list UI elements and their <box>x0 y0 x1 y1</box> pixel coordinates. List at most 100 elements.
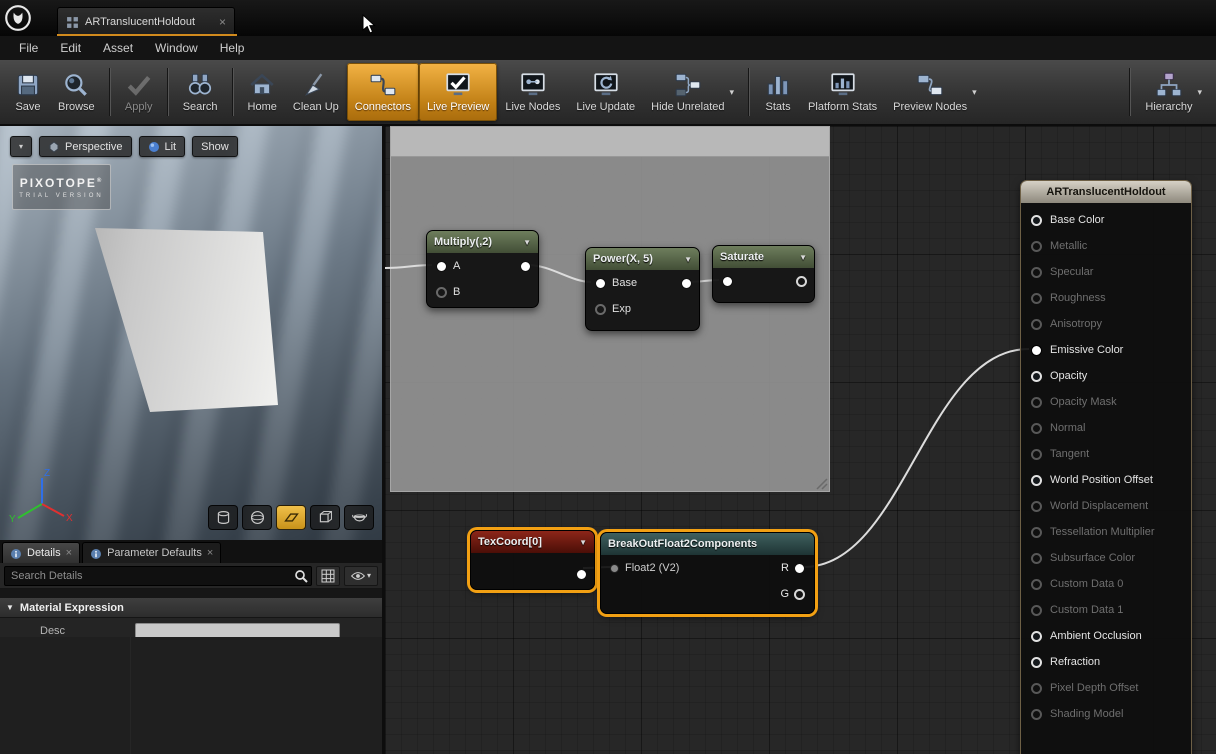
material-pin-subsurface-color[interactable]: Subsurface Color <box>1021 545 1191 571</box>
dropdown-caret-icon[interactable]: ▾ <box>972 87 977 98</box>
node-saturate[interactable]: Saturate ▼ <box>712 245 815 303</box>
pin-row-exp[interactable]: Exp <box>586 296 699 322</box>
pin-row-a[interactable]: A <box>427 253 538 279</box>
material-pin-shading-model[interactable]: Shading Model <box>1021 701 1191 727</box>
pin-row[interactable] <box>713 268 814 294</box>
material-pin-world-position-offset[interactable]: World Position Offset <box>1021 467 1191 493</box>
toolbar-button-browse[interactable]: Browse <box>50 63 103 121</box>
toolbar-button-preview-nodes[interactable]: Preview Nodes▾ <box>885 63 985 121</box>
menu-item-asset[interactable]: Asset <box>92 37 144 59</box>
pin-row[interactable] <box>471 553 594 583</box>
document-tab[interactable]: ARTranslucentHoldout × <box>57 7 235 36</box>
input-pin-icon[interactable] <box>610 564 619 573</box>
material-pin-tangent[interactable]: Tangent <box>1021 441 1191 467</box>
lit-button[interactable]: Lit <box>139 136 186 157</box>
viewport-options-button[interactable]: ▾ <box>10 136 32 157</box>
node-texcoord[interactable]: TexCoord[0] ▼ <box>470 530 595 590</box>
input-pin-icon[interactable] <box>595 278 606 289</box>
toolbar-button-search[interactable]: Search <box>175 63 226 121</box>
node-breakout-float2[interactable]: BreakOutFloat2Components Float2 (V2) R G <box>600 532 815 614</box>
material-expression-section-header[interactable]: ▼ Material Expression <box>0 598 382 618</box>
visibility-filter-button[interactable]: ▾ <box>344 566 378 586</box>
view-options-grid-button[interactable] <box>316 566 340 586</box>
material-pin-pixel-depth-offset[interactable]: Pixel Depth Offset <box>1021 675 1191 701</box>
material-graph-canvas[interactable]: Multiply(,2) ▼ A B Power(X, 5) ▼ Base Ex… <box>385 126 1216 754</box>
collapse-triangle-icon[interactable]: ▼ <box>579 538 587 547</box>
material-pin-world-displacement[interactable]: World Displacement <box>1021 493 1191 519</box>
node-material-result[interactable]: ARTranslucentHoldout Base ColorMetallicS… <box>1020 180 1192 754</box>
close-icon[interactable]: × <box>219 15 226 29</box>
toolbar-button-hide-unrelated[interactable]: Hide Unrelated▾ <box>643 63 742 121</box>
pin-row-b[interactable]: B <box>427 279 538 305</box>
node-power-header[interactable]: Power(X, 5) ▼ <box>586 248 699 270</box>
dropdown-caret-icon[interactable]: ▾ <box>1197 87 1202 98</box>
tab-details[interactable]: Details× <box>2 542 80 563</box>
output-pin-icon[interactable] <box>794 589 805 600</box>
preview-mesh-sphere-button[interactable] <box>242 505 272 530</box>
preview-mesh-plane-button[interactable] <box>276 505 306 530</box>
input-pin-icon[interactable] <box>595 304 606 315</box>
material-pin-refraction[interactable]: Refraction <box>1021 649 1191 675</box>
material-pin-roughness[interactable]: Roughness <box>1021 285 1191 311</box>
material-pin-metallic[interactable]: Metallic <box>1021 233 1191 259</box>
node-multiply[interactable]: Multiply(,2) ▼ A B <box>426 230 539 308</box>
preview-mesh-cylinder-button[interactable] <box>208 505 238 530</box>
toolbar-button-home[interactable]: Home <box>240 63 285 121</box>
toolbar-button-live-update[interactable]: Live Update <box>568 63 643 121</box>
menu-item-edit[interactable]: Edit <box>49 37 92 59</box>
preview-mesh-cube-button[interactable] <box>310 505 340 530</box>
input-pin-icon[interactable] <box>436 287 447 298</box>
toolbar-button-hierarchy[interactable]: Hierarchy▾ <box>1137 63 1210 121</box>
menu-item-window[interactable]: Window <box>144 37 209 59</box>
input-pin-icon[interactable] <box>436 261 447 272</box>
close-icon[interactable]: × <box>66 547 72 559</box>
menu-item-file[interactable]: File <box>8 37 49 59</box>
collapse-triangle-icon[interactable]: ▼ <box>523 238 531 247</box>
material-node-header[interactable]: ARTranslucentHoldout <box>1021 181 1191 203</box>
input-pin-icon[interactable] <box>722 276 733 287</box>
tab-parameter-defaults[interactable]: Parameter Defaults× <box>82 542 221 563</box>
material-pin-specular[interactable]: Specular <box>1021 259 1191 285</box>
node-multiply-header[interactable]: Multiply(,2) ▼ <box>427 231 538 253</box>
toolbar-button-platform-stats[interactable]: Platform Stats <box>800 63 885 121</box>
material-pin-anisotropy[interactable]: Anisotropy <box>1021 311 1191 337</box>
collapse-triangle-icon[interactable]: ▼ <box>799 253 807 262</box>
toolbar-button-save[interactable]: Save <box>6 63 50 121</box>
node-power[interactable]: Power(X, 5) ▼ Base Exp <box>585 247 700 331</box>
material-pin-base-color[interactable]: Base Color <box>1021 207 1191 233</box>
pin-row-float2[interactable]: Float2 (V2) R <box>601 555 814 581</box>
comment-resize-handle[interactable] <box>814 476 828 490</box>
toolbar-button-live-preview[interactable]: Live Preview <box>419 63 497 121</box>
show-button[interactable]: Show <box>192 136 238 157</box>
output-pin-icon[interactable] <box>794 563 805 574</box>
material-pin-ambient-occlusion[interactable]: Ambient Occlusion <box>1021 623 1191 649</box>
toolbar-button-clean-up[interactable]: Clean Up <box>285 63 347 121</box>
material-pin-emissive-color[interactable]: Emissive Color <box>1021 337 1191 363</box>
comment-box-header[interactable] <box>391 127 829 157</box>
search-input[interactable] <box>4 566 312 586</box>
material-pin-tessellation-multiplier[interactable]: Tessellation Multiplier <box>1021 519 1191 545</box>
toolbar-button-stats[interactable]: Stats <box>756 63 800 121</box>
node-breakout-header[interactable]: BreakOutFloat2Components <box>601 533 814 555</box>
output-pin-icon[interactable] <box>520 261 531 272</box>
material-pin-opacity[interactable]: Opacity <box>1021 363 1191 389</box>
pin-row-base[interactable]: Base <box>586 270 699 296</box>
material-pin-custom-data-0[interactable]: Custom Data 0 <box>1021 571 1191 597</box>
node-texcoord-header[interactable]: TexCoord[0] ▼ <box>471 531 594 553</box>
pin-row-g[interactable]: G <box>601 581 814 607</box>
node-saturate-header[interactable]: Saturate ▼ <box>713 246 814 268</box>
material-pin-opacity-mask[interactable]: Opacity Mask <box>1021 389 1191 415</box>
material-pin-normal[interactable]: Normal <box>1021 415 1191 441</box>
output-pin-icon[interactable] <box>576 569 587 580</box>
preview-mesh-teapot-button[interactable] <box>344 505 374 530</box>
material-pin-custom-data-1[interactable]: Custom Data 1 <box>1021 597 1191 623</box>
output-pin-icon[interactable] <box>796 276 807 287</box>
preview-viewport[interactable]: ▾ Perspective Lit Show PIXOTOPE® TRIAL V… <box>0 126 385 540</box>
toolbar-button-live-nodes[interactable]: Live Nodes <box>497 63 568 121</box>
toolbar-button-connectors[interactable]: Connectors <box>347 63 419 121</box>
menu-item-help[interactable]: Help <box>209 37 256 59</box>
output-pin-icon[interactable] <box>681 278 692 289</box>
collapse-triangle-icon[interactable]: ▼ <box>684 255 692 264</box>
perspective-button[interactable]: Perspective <box>39 136 131 157</box>
dropdown-caret-icon[interactable]: ▾ <box>730 87 735 98</box>
